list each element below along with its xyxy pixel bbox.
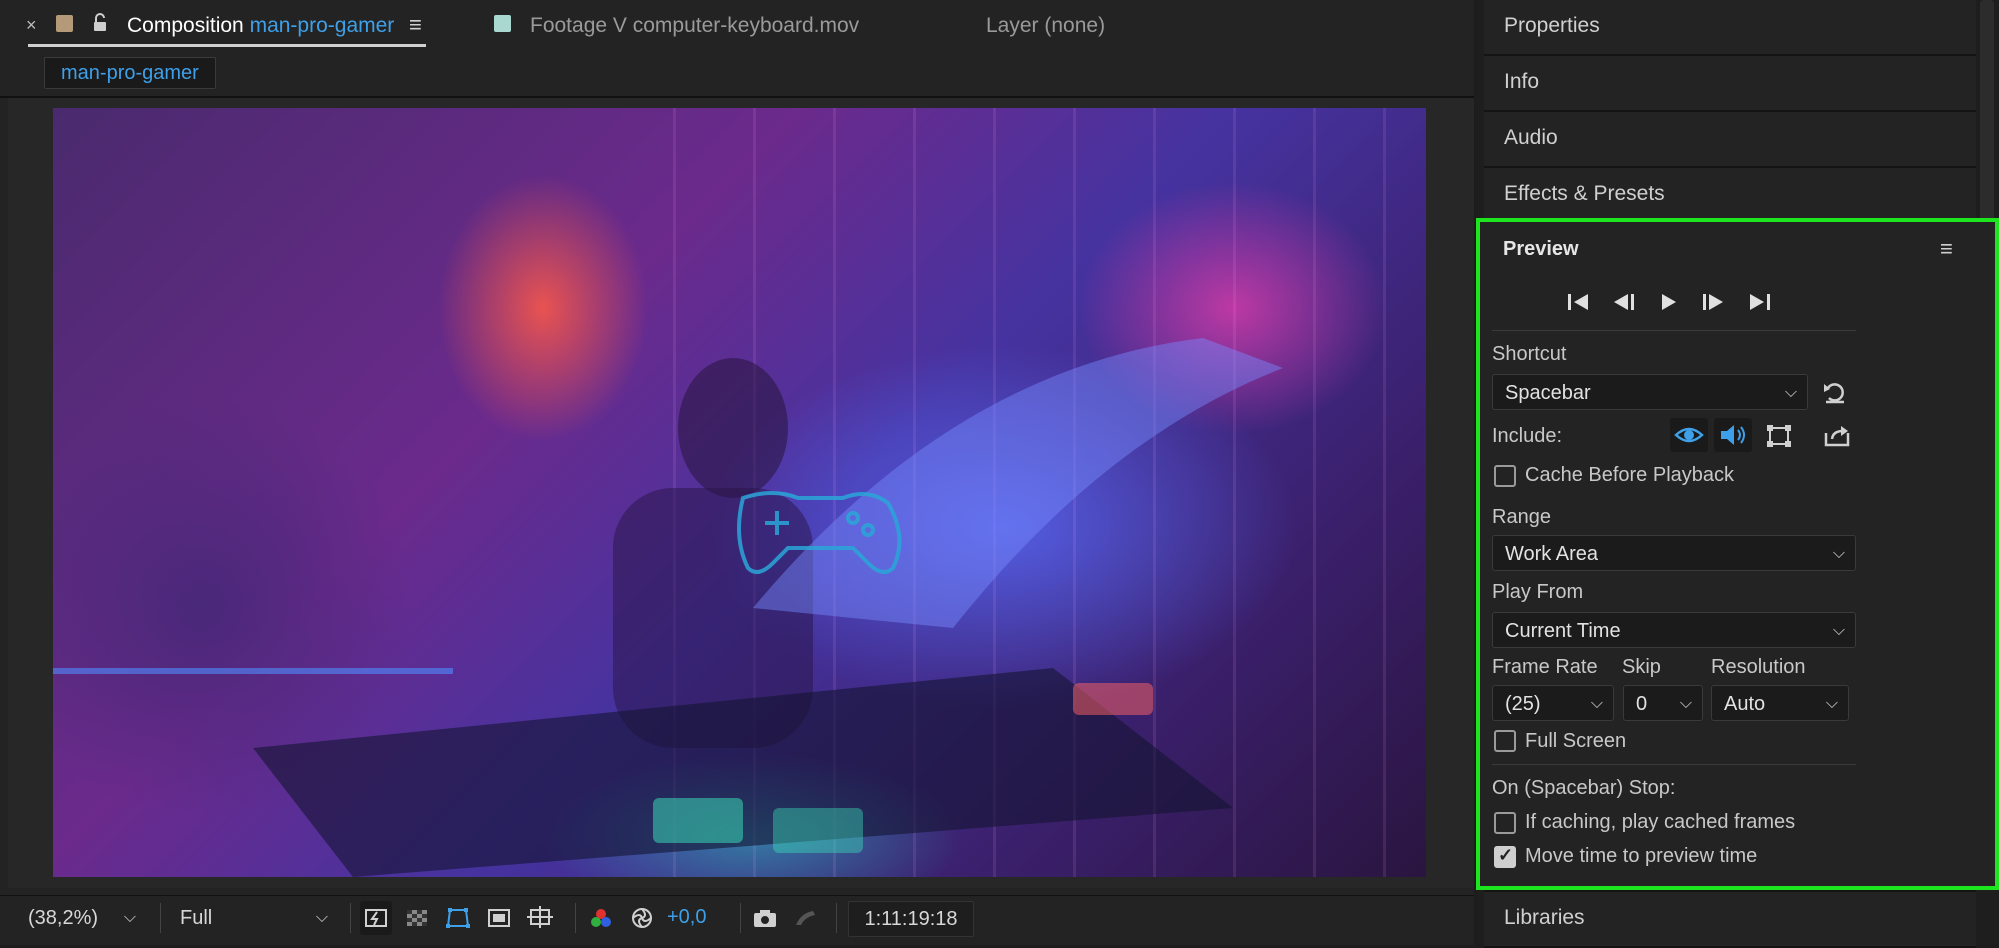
current-time-display[interactable]: 1:11:19:18	[848, 901, 974, 937]
panel-tab-bar: × Composition man-pro-gamer ≡ Footage V …	[0, 0, 1474, 52]
footage-tab[interactable]: Footage V computer-keyboard.mov	[530, 14, 859, 38]
composition-subbar	[0, 52, 1474, 98]
resolution-value: Full	[180, 907, 213, 929]
active-tab-underline	[28, 44, 426, 47]
magnification-value: (38,2%)	[28, 907, 99, 929]
chevron-down-icon: ⌵	[315, 909, 328, 926]
layer-tab[interactable]: Layer (none)	[986, 14, 1105, 38]
camera-snapshot-icon[interactable]	[749, 901, 781, 935]
composition-tab-prefix: Composition	[127, 14, 244, 37]
effects-presets-section[interactable]: Effects & Presets	[1484, 168, 1976, 224]
panel-menu-icon[interactable]: ≡	[409, 12, 422, 38]
properties-title: Properties	[1504, 14, 1600, 37]
mask-visibility-icon[interactable]	[442, 901, 474, 935]
channel-rgb-icon[interactable]	[585, 901, 617, 935]
audio-section[interactable]: Audio	[1484, 112, 1976, 168]
color-management-icon[interactable]	[626, 901, 658, 935]
composition-viewer[interactable]	[53, 108, 1426, 877]
libraries-title: Libraries	[1504, 906, 1585, 929]
magnification-dropdown[interactable]: (38,2%) ⌵	[18, 901, 144, 935]
composition-tab-name: man-pro-gamer	[249, 14, 395, 37]
exposure-value[interactable]: +0,0	[667, 906, 706, 929]
close-tab-icon[interactable]: ×	[26, 15, 37, 36]
chevron-down-icon: ⌵	[123, 909, 136, 926]
lock-icon[interactable]	[92, 13, 108, 38]
properties-section[interactable]: Properties	[1484, 0, 1976, 56]
preview-highlight-border	[1476, 218, 1999, 890]
composition-breadcrumb[interactable]: man-pro-gamer	[44, 57, 216, 89]
transparency-grid-icon[interactable]	[401, 901, 433, 935]
grid-guides-icon[interactable]	[524, 901, 556, 935]
info-title: Info	[1504, 70, 1540, 93]
audio-title: Audio	[1504, 126, 1558, 149]
resolution-dropdown[interactable]: Full ⌵	[168, 901, 336, 935]
show-snapshot-icon	[790, 901, 822, 935]
footage-color-swatch	[494, 15, 511, 32]
fast-previews-icon[interactable]	[360, 901, 392, 935]
info-section[interactable]: Info	[1484, 56, 1976, 112]
composition-tab[interactable]: Composition man-pro-gamer	[127, 14, 394, 38]
scene-shapes	[53, 338, 1283, 877]
libraries-section[interactable]: Libraries	[1484, 890, 1976, 948]
composition-color-swatch	[56, 15, 73, 32]
effects-presets-title: Effects & Presets	[1504, 182, 1665, 205]
region-of-interest-icon[interactable]	[483, 901, 515, 935]
